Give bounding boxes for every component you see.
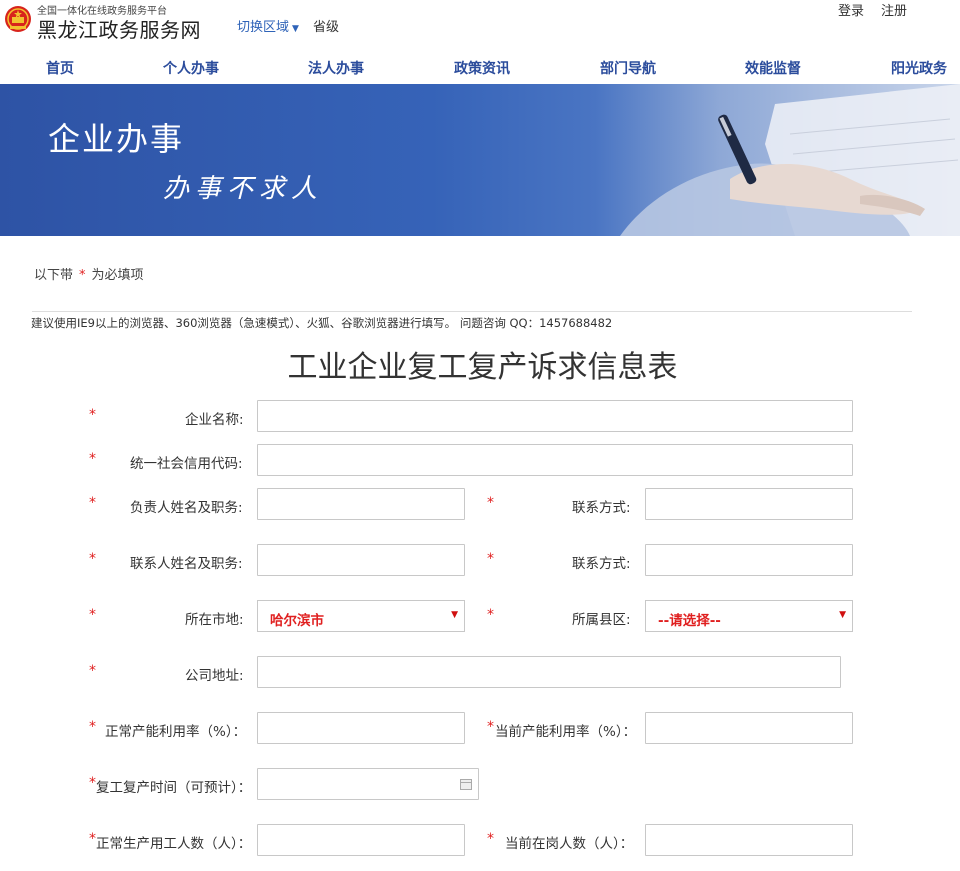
national-emblem-icon — [5, 6, 31, 32]
current-capacity-label: 当前产能利用率（%）： — [495, 724, 637, 740]
required-mark: * — [89, 719, 96, 735]
required-star: * — [79, 268, 86, 283]
city-label: 所在市地: — [185, 612, 244, 628]
credit-code-label: 统一社会信用代码: — [130, 456, 243, 472]
divider — [32, 311, 912, 312]
nav-item-policy[interactable]: 政策资讯 — [454, 58, 510, 78]
required-mark: * — [89, 607, 96, 623]
resume-time-label: 复工复产时间（可预计）： — [96, 780, 252, 796]
banner: 企业办事 办事不求人 — [0, 84, 960, 236]
site-title[interactable]: 黑龙江政务服务网 — [37, 14, 201, 43]
required-note: 以下带 * 为必填项 — [34, 264, 144, 283]
contact-name-label: 联系人姓名及职务: — [130, 556, 243, 572]
leader-contact-label: 联系方式: — [572, 500, 631, 516]
region-current: 省级 — [313, 20, 340, 35]
normal-capacity-label: 正常产能利用率（%）： — [105, 724, 247, 740]
required-note-prefix: 以下带 — [34, 268, 74, 283]
banner-slogan: 办事不求人 — [163, 174, 324, 204]
form-title: 工业企业复工复产诉求信息表 — [287, 350, 678, 385]
nav-item-supervision[interactable]: 效能监督 — [745, 58, 801, 78]
contact-name-input[interactable] — [257, 544, 465, 576]
browser-tip: 建议使用IE9以上的浏览器、360浏览器（急速模式）、火狐、谷歌浏览器进行填写。… — [31, 316, 613, 330]
required-mark: * — [487, 831, 494, 847]
leader-name-label: 负责人姓名及职务: — [130, 500, 243, 516]
address-input[interactable] — [257, 656, 841, 688]
required-mark: * — [89, 663, 96, 679]
credit-code-input[interactable] — [257, 444, 853, 476]
required-mark: * — [89, 775, 96, 791]
company-name-input[interactable] — [257, 400, 853, 432]
city-select[interactable]: 哈尔滨市 ▼ — [257, 600, 465, 632]
required-note-suffix: 为必填项 — [91, 268, 144, 283]
nav-item-home[interactable]: 首页 — [46, 58, 74, 78]
banner-title: 企业办事 — [48, 120, 185, 158]
normal-workers-label: 正常生产用工人数（人）： — [96, 836, 252, 852]
login-link[interactable]: 登录 — [838, 0, 864, 19]
nav-item-sunshine[interactable]: 阳光政务 — [891, 58, 947, 78]
normal-workers-input[interactable] — [257, 824, 465, 856]
dropdown-arrow-icon: ▼ — [839, 610, 846, 620]
required-mark: * — [89, 495, 96, 511]
required-mark: * — [487, 719, 494, 735]
nav-item-personal[interactable]: 个人办事 — [163, 58, 219, 78]
caret-down-icon: ▼ — [292, 24, 299, 34]
resume-time-date-input[interactable] — [257, 768, 479, 800]
district-select[interactable]: --请选择-- ▼ — [645, 600, 853, 632]
region-switch-button[interactable]: 切换区域 ▼ — [237, 16, 299, 35]
company-name-label: 企业名称: — [185, 412, 244, 428]
city-select-value: 哈尔滨市 — [270, 613, 324, 629]
register-link[interactable]: 注册 — [881, 0, 907, 19]
nav-item-legal[interactable]: 法人办事 — [308, 58, 364, 78]
contact-phone-label: 联系方式: — [572, 556, 631, 572]
leader-contact-input[interactable] — [645, 488, 853, 520]
required-mark: * — [89, 551, 96, 567]
calendar-icon[interactable] — [460, 779, 472, 790]
address-label: 公司地址: — [185, 668, 244, 684]
region-switch-label: 切换区域 — [237, 20, 290, 35]
normal-capacity-input[interactable] — [257, 712, 465, 744]
site-header: 全国一体化在线政务服务平台 黑龙江政务服务网 切换区域 ▼ 省级 登录 注册 — [0, 0, 960, 50]
contact-phone-input[interactable] — [645, 544, 853, 576]
leader-name-input[interactable] — [257, 488, 465, 520]
required-mark: * — [487, 607, 494, 623]
required-mark: * — [89, 831, 96, 847]
required-mark: * — [89, 451, 96, 467]
main-nav: 首页 个人办事 法人办事 政策资讯 部门导航 效能监督 阳光政务 — [0, 50, 960, 84]
required-mark: * — [487, 495, 494, 511]
required-mark: * — [89, 407, 96, 423]
nav-item-departments[interactable]: 部门导航 — [600, 58, 656, 78]
current-capacity-input[interactable] — [645, 712, 853, 744]
district-label: 所属县区: — [572, 612, 631, 628]
district-select-value: --请选择-- — [658, 613, 721, 629]
banner-hand-writing-image — [620, 84, 960, 236]
current-workers-input[interactable] — [645, 824, 853, 856]
current-workers-label: 当前在岗人数（人）： — [505, 836, 634, 852]
required-mark: * — [487, 551, 494, 567]
dropdown-arrow-icon: ▼ — [451, 610, 458, 620]
